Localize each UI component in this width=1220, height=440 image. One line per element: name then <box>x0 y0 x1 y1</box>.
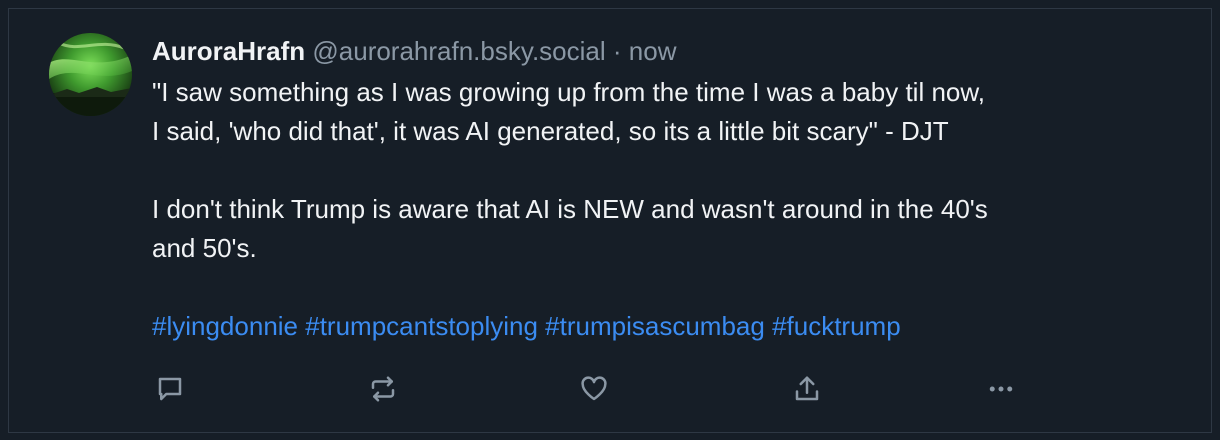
hashtag-link[interactable]: #trumpisascumbag <box>545 311 765 341</box>
heart-icon <box>581 376 607 401</box>
post-meta: AuroraHrafn @aurorahrafn.bsky.social · n… <box>152 33 1192 69</box>
hashtag-link[interactable]: #trumpcantstoplying <box>305 311 538 341</box>
author-handle[interactable]: @aurorahrafn.bsky.social <box>312 36 605 66</box>
hashtag-row: #lyingdonnie #trumpcantstoplying #trumpi… <box>152 307 1192 346</box>
more-options-button[interactable] <box>983 371 1019 407</box>
avatar[interactable] <box>49 33 132 116</box>
post-timestamp[interactable]: now <box>629 36 677 66</box>
post-text-line: I don't think Trump is aware that AI is … <box>152 194 988 224</box>
meta-separator: · <box>612 36 622 66</box>
post-text-line: I said, 'who did that', it was AI genera… <box>152 116 949 146</box>
reply-button[interactable] <box>152 371 188 407</box>
post-card[interactable]: AuroraHrafn @aurorahrafn.bsky.social · n… <box>8 8 1212 433</box>
hashtag-link[interactable]: #fucktrump <box>772 311 901 341</box>
share-upload-icon <box>795 376 819 401</box>
author-display-name[interactable]: AuroraHrafn <box>152 36 305 66</box>
post-body: "I saw something as I was growing up fro… <box>152 73 1192 268</box>
like-button[interactable] <box>576 371 612 407</box>
speech-bubble-icon <box>158 377 182 401</box>
post-text-line: and 50's. <box>152 233 257 263</box>
post-text-line: "I saw something as I was growing up fro… <box>152 77 985 107</box>
repost-button[interactable] <box>365 371 401 407</box>
hashtag-link[interactable]: #lyingdonnie <box>152 311 298 341</box>
repost-arrows-icon <box>371 376 395 402</box>
ellipsis-icon <box>989 386 1013 392</box>
post-content: AuroraHrafn @aurorahrafn.bsky.social · n… <box>152 33 1192 346</box>
aurora-avatar-image <box>49 33 132 116</box>
share-button[interactable] <box>789 371 825 407</box>
post-actions <box>152 371 1052 407</box>
